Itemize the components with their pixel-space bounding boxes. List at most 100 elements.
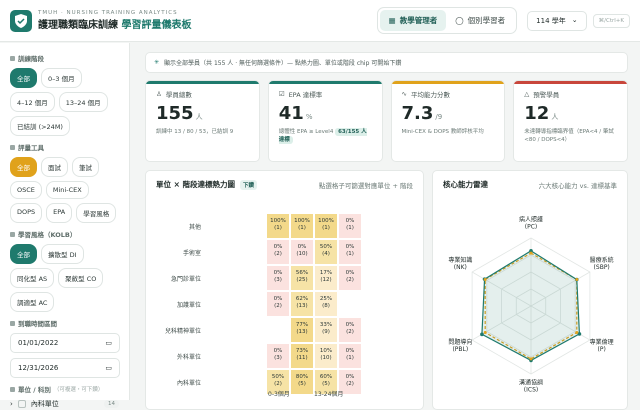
- heatmap-cell[interactable]: 50% (4): [314, 239, 338, 265]
- section-label: 單位 / 科別: [18, 386, 51, 394]
- kpi-unit: 人: [195, 113, 203, 121]
- heatmap-cell[interactable]: 0% (3): [266, 265, 290, 291]
- stage-chip[interactable]: 全部: [10, 68, 37, 88]
- heatmap-cell[interactable]: 0% (1): [338, 213, 362, 239]
- tool-chip[interactable]: OSCE: [10, 181, 42, 199]
- tool-chips: 全部 面試 筆試 OSCE Mini-CEX DOPS EPA 學習風格: [10, 157, 119, 223]
- section-training-stage: 訓練階段: [10, 53, 119, 63]
- tool-chip[interactable]: 面試: [41, 157, 68, 177]
- x-label: 0-3個月: [268, 391, 290, 398]
- radar-axis-label: 專業倫理(P): [590, 338, 614, 353]
- radar-benchmark-point: [575, 330, 579, 334]
- kpi-sub: 總體性 EPA ≥ Level4 63/155 人達標: [278, 128, 372, 144]
- tool-chip[interactable]: 全部: [10, 157, 37, 177]
- tool-chip[interactable]: EPA: [46, 203, 73, 223]
- heatmap-cell[interactable]: 25% (8): [314, 291, 338, 317]
- kpi-label-text: 預警學員: [533, 91, 560, 99]
- radar-axis-label-line: (PC): [525, 223, 538, 230]
- kolb-chip[interactable]: 聚斂型 CO: [58, 268, 104, 288]
- pulse-icon: ∿: [401, 90, 407, 98]
- heatmap-cell[interactable]: 0% (1): [338, 239, 362, 265]
- kpi-accent-bar: [146, 81, 259, 84]
- radar-benchmark-point: [529, 357, 533, 361]
- heatmap-cell[interactable]: 77% (13): [290, 317, 314, 343]
- kolb-chip[interactable]: 全部: [10, 244, 37, 264]
- brand: TMUH · NURSING TRAINING ANALYTICS 護理職類臨床…: [38, 10, 191, 31]
- heatmap-cell[interactable]: 0% (1): [338, 343, 362, 369]
- heatmap-cell[interactable]: 0% (2): [338, 265, 362, 291]
- heatmap-cell[interactable]: 73% (11): [290, 343, 314, 369]
- kolb-chip[interactable]: 擴散型 DI: [41, 244, 84, 264]
- heatmap-row-label: 內科單位: [176, 380, 201, 387]
- heatmap-cell[interactable]: 100% (1): [290, 213, 314, 239]
- kpi-card-learners[interactable]: ♙ 學員總數 155 人 訓練中 13 / 80 / 53，已結訓 9: [145, 80, 260, 162]
- tool-chip[interactable]: Mini-CEX: [45, 181, 89, 199]
- page-title: 護理職類臨床訓練 學習評量儀表板: [38, 16, 191, 31]
- heatmap-row-label: 兒科精神單位: [164, 328, 201, 335]
- kpi-label: ☑ EPA 達標率: [279, 89, 372, 99]
- stage-chip[interactable]: 4–12 個月: [10, 92, 55, 112]
- year-select[interactable]: 114 學年 ⌄: [527, 10, 587, 31]
- heatmap-cell[interactable]: 0% (2): [266, 239, 290, 265]
- kpi-sub: Mini-CEX & DOPS 教師評核平均: [401, 129, 484, 135]
- section-label: 訓練階段: [18, 55, 44, 63]
- kpi-unit: 人: [551, 113, 559, 121]
- heatmap-cell[interactable]: 56% (25): [290, 265, 314, 291]
- kpi-value-number: 12: [524, 103, 550, 124]
- heatmap-cell[interactable]: [266, 317, 290, 343]
- kpi-card-score[interactable]: ∿ 平均能力分數 7.3/9 Mini-CEX & DOPS 教師評核平均: [390, 80, 506, 162]
- chevron-right-icon[interactable]: ›: [10, 400, 13, 408]
- calendar-icon: ▭: [105, 339, 112, 347]
- user-icon: ◯: [455, 16, 464, 25]
- heatmap-title: 單位 × 階段達標熱力圖: [156, 180, 236, 189]
- radar-benchmark-point: [483, 330, 487, 334]
- kpi-accent-bar: [391, 81, 505, 84]
- radar-axis-label: 溝通協調(ICS): [519, 379, 543, 394]
- date-to-input[interactable]: 12/31/2026 ▭: [10, 358, 120, 378]
- radar-hint: 六大核心能力 vs. 達標基準: [538, 181, 617, 190]
- stage-chip[interactable]: 13–24 個月: [58, 92, 108, 112]
- role-learner-button[interactable]: ◯ 個別學習者: [446, 10, 514, 31]
- heatmap-cell[interactable]: 0% (2): [338, 317, 362, 343]
- section-label: 學習風格（KOLB）: [18, 231, 77, 239]
- kpi-label-text: EPA 達標率: [288, 91, 323, 99]
- radar-axis-label-line: (PBL): [452, 346, 468, 353]
- tool-chip[interactable]: 學習風格: [76, 203, 117, 223]
- date-to-value: 12/31/2026: [18, 364, 59, 372]
- stage-chip[interactable]: 0–3 個月: [41, 68, 82, 88]
- heatmap-cell[interactable]: 17% (12): [314, 265, 338, 291]
- kpi-sub-text: 總體性 EPA ≥ Level4: [278, 129, 334, 135]
- date-from-input[interactable]: 01/01/2022 ▭: [10, 333, 120, 353]
- section-unit: 單位 / 科別 （可複選・可下鑽）: [10, 384, 119, 394]
- heatmap-cell[interactable]: 0% (10): [290, 239, 314, 265]
- unit-item[interactable]: › 內科單位 14: [10, 399, 119, 409]
- unit-checkbox[interactable]: [17, 400, 26, 408]
- role-admin-button[interactable]: ▦ 教學管理者: [379, 10, 447, 31]
- shortcut-hint[interactable]: ⌘/Ctrl+K: [592, 13, 630, 28]
- heatmap-cell[interactable]: 33% (9): [314, 317, 338, 343]
- heatmap-cell[interactable]: 0% (3): [266, 343, 290, 369]
- radar-axis-label-line: 專業知識: [448, 256, 472, 264]
- heatmap-cell[interactable]: 10% (10): [314, 343, 338, 369]
- kolb-chip[interactable]: 同化型 AS: [10, 268, 55, 288]
- kolb-chip[interactable]: 調適型 AC: [10, 292, 55, 312]
- info-icon: ✳: [154, 59, 160, 66]
- kpi-card-epa[interactable]: ☑ EPA 達標率 41% 總體性 EPA ≥ Level4 63/155 人達標: [267, 80, 383, 162]
- tool-chip[interactable]: DOPS: [10, 203, 43, 223]
- heatmap-cell[interactable]: 62% (13): [290, 291, 314, 317]
- radar-axis-label: 問題導向(PBL): [448, 338, 472, 353]
- radar-axis-label-line: (P): [598, 346, 606, 353]
- tool-chip[interactable]: 筆試: [72, 157, 99, 177]
- stage-chips: 全部 0–3 個月 4–12 個月 13–24 個月 已結訓 (>24M): [10, 68, 119, 136]
- stage-chip[interactable]: 已結訓 (>24M): [10, 116, 70, 136]
- heatmap-cell[interactable]: 100% (1): [314, 213, 338, 239]
- heatmap-cell[interactable]: 80% (5): [290, 369, 314, 395]
- heatmap-cell[interactable]: [338, 291, 362, 317]
- title-accent: 學習評量儀表板: [121, 20, 192, 31]
- heatmap-cell[interactable]: 100% (1): [266, 213, 290, 239]
- heatmap-cell[interactable]: 0% (2): [266, 291, 290, 317]
- radar-chart: 病人照護(PC) 醫療系統(SBP) 專業倫理(P) 溝通協調(ICS) 問題導向(PB…: [448, 215, 614, 394]
- section-tools: 評量工具: [10, 142, 119, 152]
- kpi-card-warning[interactable]: △ 預警學員 12 人 未達轉導指標臨界值（EPA<4 / 筆試<80 / DOPS…: [513, 80, 628, 162]
- radar-axis-label: 醫療系統(SBP): [590, 256, 614, 271]
